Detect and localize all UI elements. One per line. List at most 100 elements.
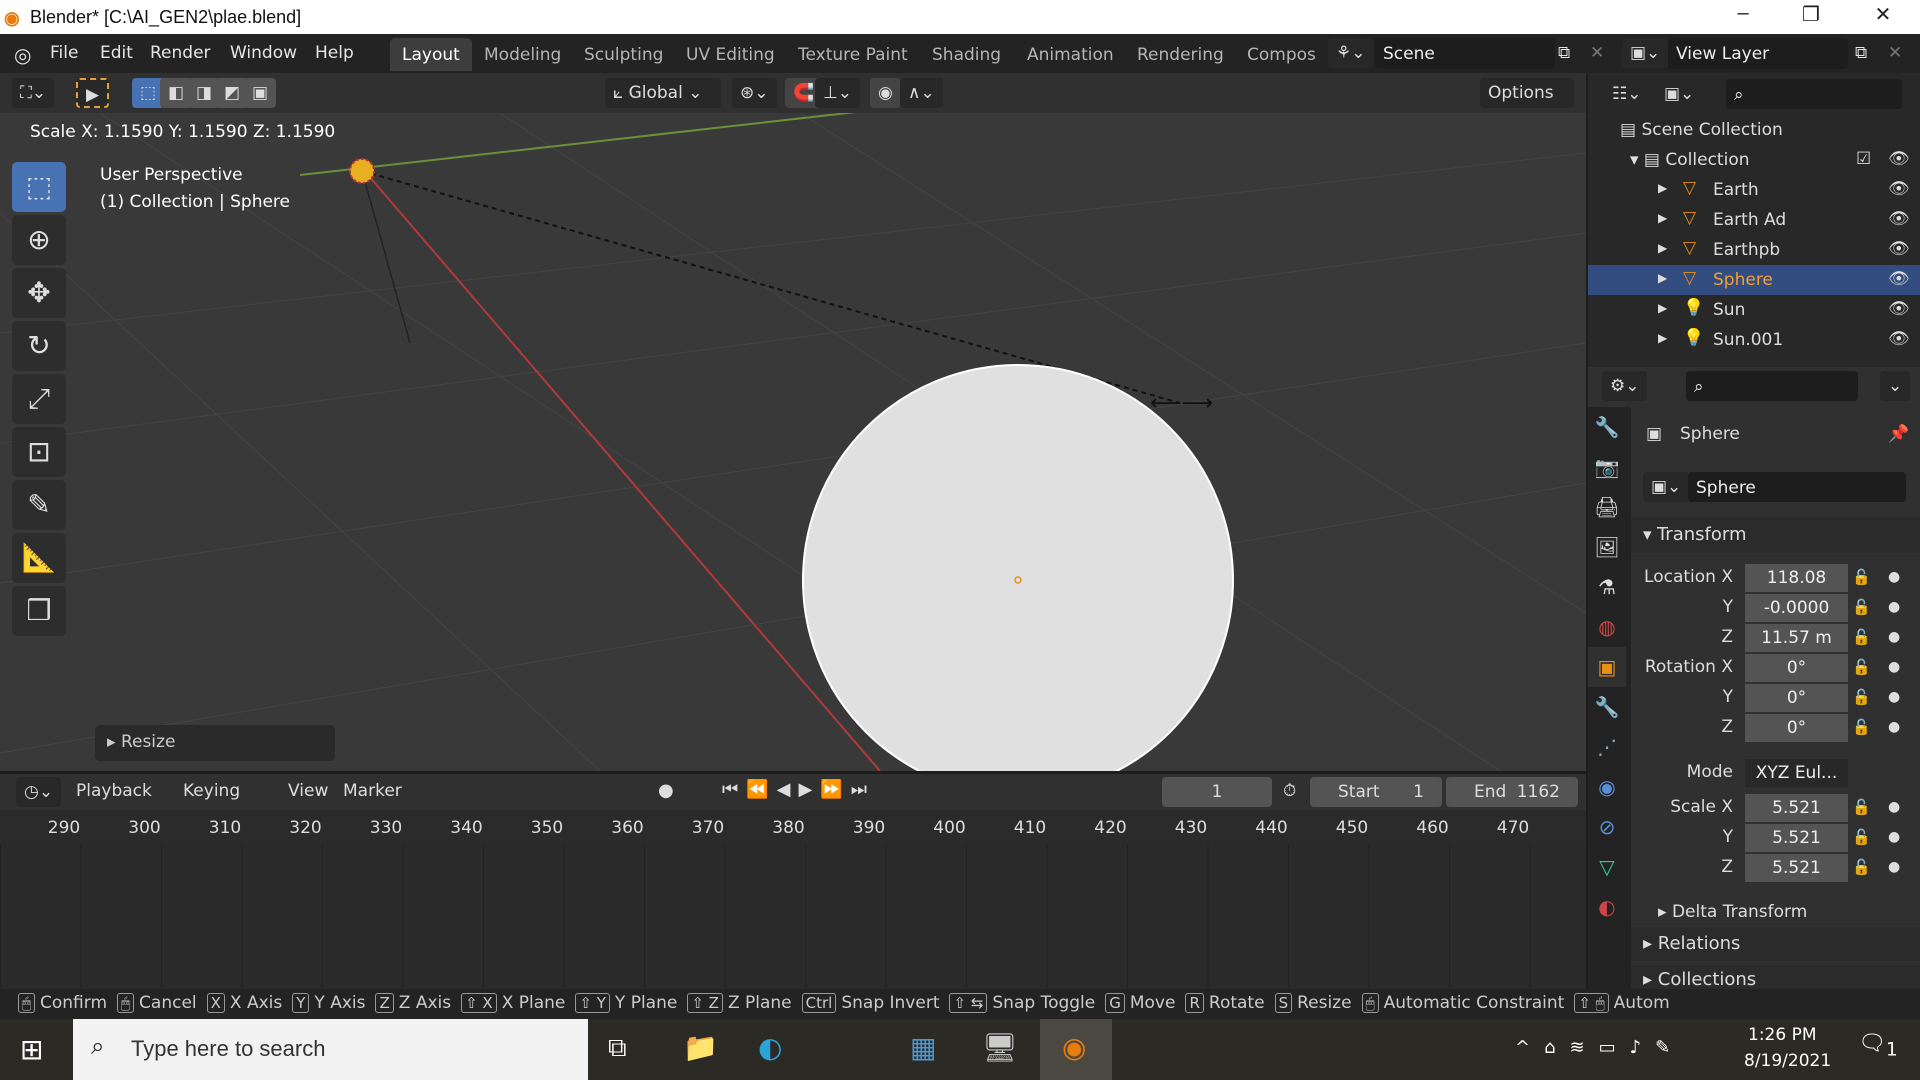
3d-viewport[interactable]: ⟵⟶ Scale X: 1.1590 Y: 1.1590 Z: 1.1590 U…: [0, 113, 1586, 771]
delta-transform-header[interactable]: ▸ Delta Transform: [1658, 902, 1807, 922]
keyframe-dot-icon[interactable]: ●: [1888, 719, 1900, 735]
rotation-z-field[interactable]: 0°: [1745, 714, 1848, 742]
transform-tool-icon[interactable]: ⊡: [12, 427, 66, 477]
collection-row[interactable]: ▾ ▤ Collection ☑ 👁: [1588, 145, 1920, 175]
delete-scene-icon[interactable]: ✕: [1590, 43, 1604, 63]
visibility-eye-icon[interactable]: 👁: [1888, 269, 1910, 289]
visibility-eye-icon[interactable]: 👁: [1888, 329, 1910, 349]
windows-start-icon[interactable]: ⊞: [20, 1033, 43, 1066]
render-tab-icon[interactable]: 📷: [1588, 447, 1626, 487]
location-x-field[interactable]: 118.08: [1745, 564, 1848, 592]
visibility-eye-icon[interactable]: 👁: [1888, 299, 1910, 319]
material-tab-icon[interactable]: ◐: [1588, 887, 1626, 927]
lock-icon[interactable]: 🔓: [1852, 658, 1871, 676]
measure-tool-icon[interactable]: 📐: [12, 533, 66, 583]
new-view-layer-icon[interactable]: ⧉: [1855, 43, 1867, 63]
menu-file[interactable]: File: [50, 43, 78, 63]
app-icon[interactable]: 🖥: [982, 1031, 1018, 1064]
outliner-item-earthpb[interactable]: ▶ ▽ Earthpb 👁: [1588, 235, 1920, 265]
relations-panel-header[interactable]: ▸ Relations: [1631, 927, 1920, 961]
maximize-button[interactable]: ❐: [1786, 2, 1836, 32]
outliner-search-input[interactable]: ⌕: [1726, 79, 1902, 109]
tab-texture-paint[interactable]: Texture Paint: [786, 38, 920, 71]
lock-icon[interactable]: 🔓: [1852, 718, 1871, 736]
scene-collection-row[interactable]: ▤ Scene Collection: [1588, 115, 1920, 145]
lock-icon[interactable]: 🔓: [1852, 858, 1871, 876]
menu-render[interactable]: Render: [150, 43, 211, 63]
start-frame-field[interactable]: Start 1: [1310, 777, 1442, 807]
object-browse-icon[interactable]: ▣⌄: [1643, 472, 1690, 502]
keyframe-dot-icon[interactable]: ●: [1888, 569, 1900, 585]
visibility-eye-icon[interactable]: 👁: [1888, 209, 1910, 229]
scale-x-field[interactable]: 5.521: [1745, 794, 1848, 822]
timeline-menu-view[interactable]: View: [280, 781, 336, 801]
select-tool-icon[interactable]: ▶: [76, 78, 110, 108]
select-mode-intersect-icon[interactable]: ▣: [244, 78, 277, 108]
pin-icon[interactable]: 📌: [1888, 424, 1909, 444]
tab-rendering[interactable]: Rendering: [1125, 38, 1236, 71]
add-cube-tool-icon[interactable]: ❒: [12, 586, 66, 636]
view-layer-icon[interactable]: ▣⌄: [1622, 38, 1669, 68]
timeline-menu-keying[interactable]: Keying: [175, 781, 248, 801]
location-y-field[interactable]: -0.0000: [1745, 594, 1848, 622]
last-operator-panel[interactable]: ▸ Resize: [95, 725, 335, 761]
blender-taskbar-button[interactable]: ◉: [1040, 1019, 1112, 1080]
move-tool-icon[interactable]: ✥: [12, 268, 66, 318]
timeline-menu-marker[interactable]: Marker: [335, 781, 410, 801]
close-button[interactable]: ✕: [1858, 2, 1908, 32]
lock-icon[interactable]: 🔓: [1852, 568, 1871, 586]
visibility-eye-icon[interactable]: 👁: [1888, 239, 1910, 259]
lock-icon[interactable]: 🔓: [1852, 828, 1871, 846]
minimize-button[interactable]: –: [1718, 2, 1768, 32]
current-frame-field[interactable]: 1: [1162, 777, 1272, 807]
scene-field[interactable]: Scene: [1375, 38, 1555, 69]
blender-menu-icon[interactable]: ◎: [14, 43, 31, 67]
tab-modeling[interactable]: Modeling: [472, 38, 573, 71]
outliner-item-sun[interactable]: ▶ 💡 Sun 👁: [1588, 295, 1920, 325]
menu-window[interactable]: Window: [230, 43, 297, 63]
edge-browser-icon[interactable]: ◐: [758, 1031, 782, 1064]
new-scene-icon[interactable]: ⧉: [1558, 43, 1570, 63]
keyframe-dot-icon[interactable]: ●: [1888, 829, 1900, 845]
timeline-editor-type-icon[interactable]: ◷⌄: [16, 777, 62, 807]
calculator-icon[interactable]: ▦: [910, 1031, 936, 1064]
outliner-filter-icon[interactable]: ▣⌄: [1656, 79, 1703, 109]
select-box-tool-icon[interactable]: ⬚: [12, 162, 66, 212]
end-frame-field[interactable]: End 1162: [1446, 777, 1578, 807]
output-tab-icon[interactable]: 🖨: [1588, 487, 1626, 527]
snap-target-icon[interactable]: ⊥⌄: [815, 78, 861, 108]
lock-icon[interactable]: 🔓: [1852, 598, 1871, 616]
falloff-icon[interactable]: ∧⌄: [900, 78, 943, 108]
outliner-item-earth-ad[interactable]: ▶ ▽ Earth Ad 👁: [1588, 205, 1920, 235]
object-name-field[interactable]: Sphere: [1688, 472, 1906, 502]
cursor-tool-icon[interactable]: ⊕: [12, 215, 66, 265]
menu-edit[interactable]: Edit: [100, 43, 133, 63]
record-icon[interactable]: ●: [658, 780, 674, 801]
timeline-menu-playback[interactable]: Playback: [68, 781, 160, 801]
outliner-item-sun-001[interactable]: ▶ 💡 Sun.001 👁: [1588, 325, 1920, 355]
tab-sculpting[interactable]: Sculpting: [572, 38, 675, 71]
lock-icon[interactable]: 🔓: [1852, 798, 1871, 816]
collections-panel-header[interactable]: ▸ Collections: [1631, 965, 1920, 989]
keyframe-dot-icon[interactable]: ●: [1888, 689, 1900, 705]
rotation-x-field[interactable]: 0°: [1745, 654, 1848, 682]
tab-layout[interactable]: Layout: [390, 38, 472, 71]
rotation-mode-dropdown[interactable]: XYZ Eul...: [1745, 759, 1848, 787]
properties-search-input[interactable]: ⌕: [1686, 371, 1858, 401]
tab-animation[interactable]: Animation: [1015, 38, 1126, 71]
scale-tool-icon[interactable]: ⤢: [12, 374, 66, 424]
lock-icon[interactable]: 🔓: [1852, 688, 1871, 706]
expand-arrow-icon[interactable]: ▶: [1658, 301, 1667, 315]
visibility-eye-icon[interactable]: 👁: [1888, 179, 1910, 199]
keyframe-dot-icon[interactable]: ●: [1888, 659, 1900, 675]
properties-editor-type-icon[interactable]: ⚙⌄: [1602, 371, 1648, 401]
playback-controls[interactable]: ⏮⏪◀▶⏩⏭: [722, 779, 875, 800]
lock-icon[interactable]: 🔓: [1852, 628, 1871, 646]
sun-light-object[interactable]: [349, 158, 375, 184]
keyframe-dot-icon[interactable]: ●: [1888, 859, 1900, 875]
visibility-eye-icon[interactable]: 👁: [1888, 149, 1910, 169]
outliner-display-mode-icon[interactable]: ☷⌄: [1604, 79, 1650, 109]
editor-type-icon[interactable]: ⛶⌄: [12, 78, 55, 108]
expand-arrow-icon[interactable]: ▶: [1658, 331, 1667, 345]
menu-help[interactable]: Help: [315, 43, 354, 63]
